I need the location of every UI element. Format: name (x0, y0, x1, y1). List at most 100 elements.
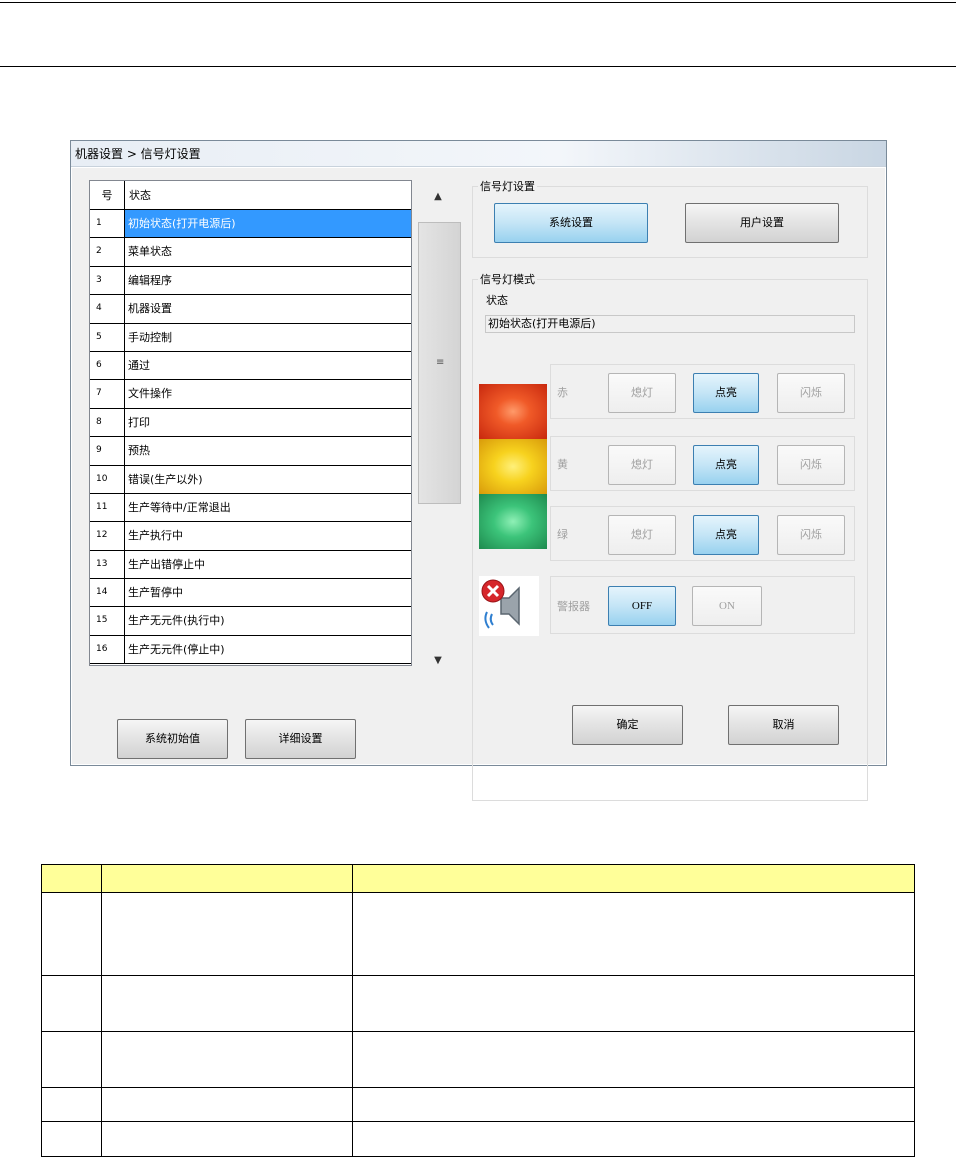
list-item-number: 13 (90, 550, 125, 579)
green-on-button[interactable]: 点亮 (693, 515, 759, 555)
detail-settings-button[interactable]: 详细设置 (245, 719, 356, 759)
green-off-button[interactable]: 熄灯 (608, 515, 676, 555)
list-item-number: 12 (90, 522, 125, 550)
yellow-on-button[interactable]: 点亮 (693, 445, 759, 485)
buzzer-label: 警报器 (557, 600, 590, 613)
table-header-cell (41, 864, 102, 893)
system-settings-button[interactable]: 系统设置 (494, 203, 648, 243)
list-item-number: 8 (90, 408, 125, 437)
system-default-button[interactable]: 系统初始值 (117, 719, 228, 759)
window-breadcrumb: 机器设置 > 信号灯设置 (71, 141, 886, 167)
table-cell (352, 1031, 915, 1088)
list-item-state: 通过 (128, 358, 150, 372)
list-item[interactable]: 11 生产等待中/正常退出 (90, 493, 411, 523)
table-cell (41, 975, 102, 1032)
scroll-up-icon[interactable]: ▲ (415, 186, 461, 208)
list-item-state: 初始状态(打开电源后) (125, 210, 411, 238)
table-cell (352, 1121, 915, 1157)
green-blink-button[interactable]: 闪烁 (777, 515, 845, 555)
list-item-number: 1 (90, 210, 125, 238)
header-no: 号 (90, 181, 125, 209)
list-item-state: 生产执行中 (128, 529, 183, 543)
cancel-button[interactable]: 取消 (728, 705, 839, 745)
table-cell (41, 1087, 102, 1122)
table-cell (41, 1121, 102, 1157)
list-item-state: 文件操作 (128, 387, 172, 401)
table-cell (352, 892, 915, 976)
light-label-yellow: 黄 (557, 458, 568, 471)
table-cell (101, 975, 353, 1032)
list-item[interactable]: 15 生产无元件(执行中) (90, 607, 411, 636)
state-list-scrollbar[interactable]: ▲ ≡ ▼ (415, 180, 461, 666)
buzzer-row: 警报器 OFF ON (550, 576, 855, 634)
signal-light-settings-window: 机器设置 > 信号灯设置 号 状态 1 初始状态(打开电源后) 2 菜单状态 3 编辑程序… (70, 140, 887, 801)
list-item-number: 6 (90, 351, 125, 380)
table-cell (101, 892, 353, 976)
list-item[interactable]: 16 生产无元件(停止中) (90, 635, 411, 665)
light-row-yellow: 黄 熄灯 点亮 闪烁 (550, 436, 855, 491)
table-row (41, 975, 915, 1032)
description-table (41, 864, 915, 1157)
table-cell (41, 892, 102, 976)
list-item-number: 3 (90, 266, 125, 295)
table-cell (101, 1087, 353, 1122)
list-item-number: 7 (90, 380, 125, 408)
list-item[interactable]: 9 预热 (90, 437, 411, 466)
buzzer-on-button[interactable]: ON (692, 586, 762, 626)
red-blink-button[interactable]: 闪烁 (777, 373, 845, 413)
list-item-state: 预热 (128, 444, 150, 458)
list-item-number: 2 (90, 238, 125, 266)
table-row (41, 1087, 915, 1122)
list-item-state: 打印 (128, 415, 150, 429)
status-field: 初始状态(打开电源后) (485, 315, 855, 333)
list-item-state: 错误(生产以外) (128, 472, 203, 486)
header-state: 状态 (129, 189, 151, 202)
state-list-header: 号 状态 (90, 181, 411, 210)
table-cell (41, 1031, 102, 1088)
list-item-state: 菜单状态 (128, 245, 172, 259)
list-item-number: 14 (90, 579, 125, 607)
list-item[interactable]: 2 菜单状态 (90, 238, 411, 267)
ok-button[interactable]: 确定 (572, 705, 683, 745)
yellow-off-button[interactable]: 熄灯 (608, 445, 676, 485)
buzzer-off-button[interactable]: OFF (608, 586, 676, 626)
table-row (41, 892, 915, 976)
scroll-thumb[interactable]: ≡ (418, 222, 461, 504)
signal-settings-title: 信号灯设置 (478, 178, 537, 194)
list-item[interactable]: 4 机器设置 (90, 295, 411, 324)
list-item[interactable]: 8 打印 (90, 408, 411, 438)
list-item[interactable]: 13 生产出错停止中 (90, 550, 411, 580)
list-item-state: 生产无元件(执行中) (128, 614, 225, 628)
list-item-state: 编辑程序 (128, 273, 172, 287)
list-item[interactable]: 14 生产暂停中 (90, 579, 411, 608)
red-off-button[interactable]: 熄灯 (608, 373, 676, 413)
list-item[interactable]: 1 初始状态(打开电源后) (90, 210, 411, 239)
yellow-blink-button[interactable]: 闪烁 (777, 445, 845, 485)
table-header-cell (352, 864, 915, 893)
list-item[interactable]: 12 生产执行中 (90, 522, 411, 551)
red-on-button[interactable]: 点亮 (693, 373, 759, 413)
list-item-number: 9 (90, 437, 125, 465)
table-cell (101, 1121, 353, 1157)
list-item[interactable]: 3 编辑程序 (90, 266, 411, 296)
state-list[interactable]: 号 状态 1 初始状态(打开电源后) 2 菜单状态 3 编辑程序 4 机器设置 5 手动控制 6 通过… (89, 180, 412, 666)
table-row (41, 1031, 915, 1088)
status-label: 状态 (486, 294, 508, 307)
red-lamp-icon (479, 384, 547, 439)
light-row-green: 绿 熄灯 点亮 闪烁 (550, 506, 855, 561)
signal-mode-title: 信号灯模式 (478, 271, 537, 287)
list-item[interactable]: 5 手动控制 (90, 323, 411, 352)
list-item[interactable]: 6 通过 (90, 351, 411, 381)
window-body: 号 状态 1 初始状态(打开电源后) 2 菜单状态 3 编辑程序 4 机器设置 5 手动控制 6 通过… (72, 168, 885, 801)
description-table-header (41, 864, 915, 893)
list-item[interactable]: 10 错误(生产以外) (90, 465, 411, 494)
speaker-muted-icon (479, 576, 539, 636)
scroll-grip-icon: ≡ (436, 357, 445, 368)
list-item[interactable]: 7 文件操作 (90, 380, 411, 409)
table-header-cell (101, 864, 353, 893)
scroll-down-icon[interactable]: ▼ (415, 650, 461, 672)
list-item-number: 4 (90, 295, 125, 323)
table-row (41, 1121, 915, 1157)
user-settings-button[interactable]: 用户设置 (685, 203, 839, 243)
state-list-rows: 1 初始状态(打开电源后) 2 菜单状态 3 编辑程序 4 机器设置 5 手动控制 6 通过 7 文件操作… (90, 210, 411, 665)
